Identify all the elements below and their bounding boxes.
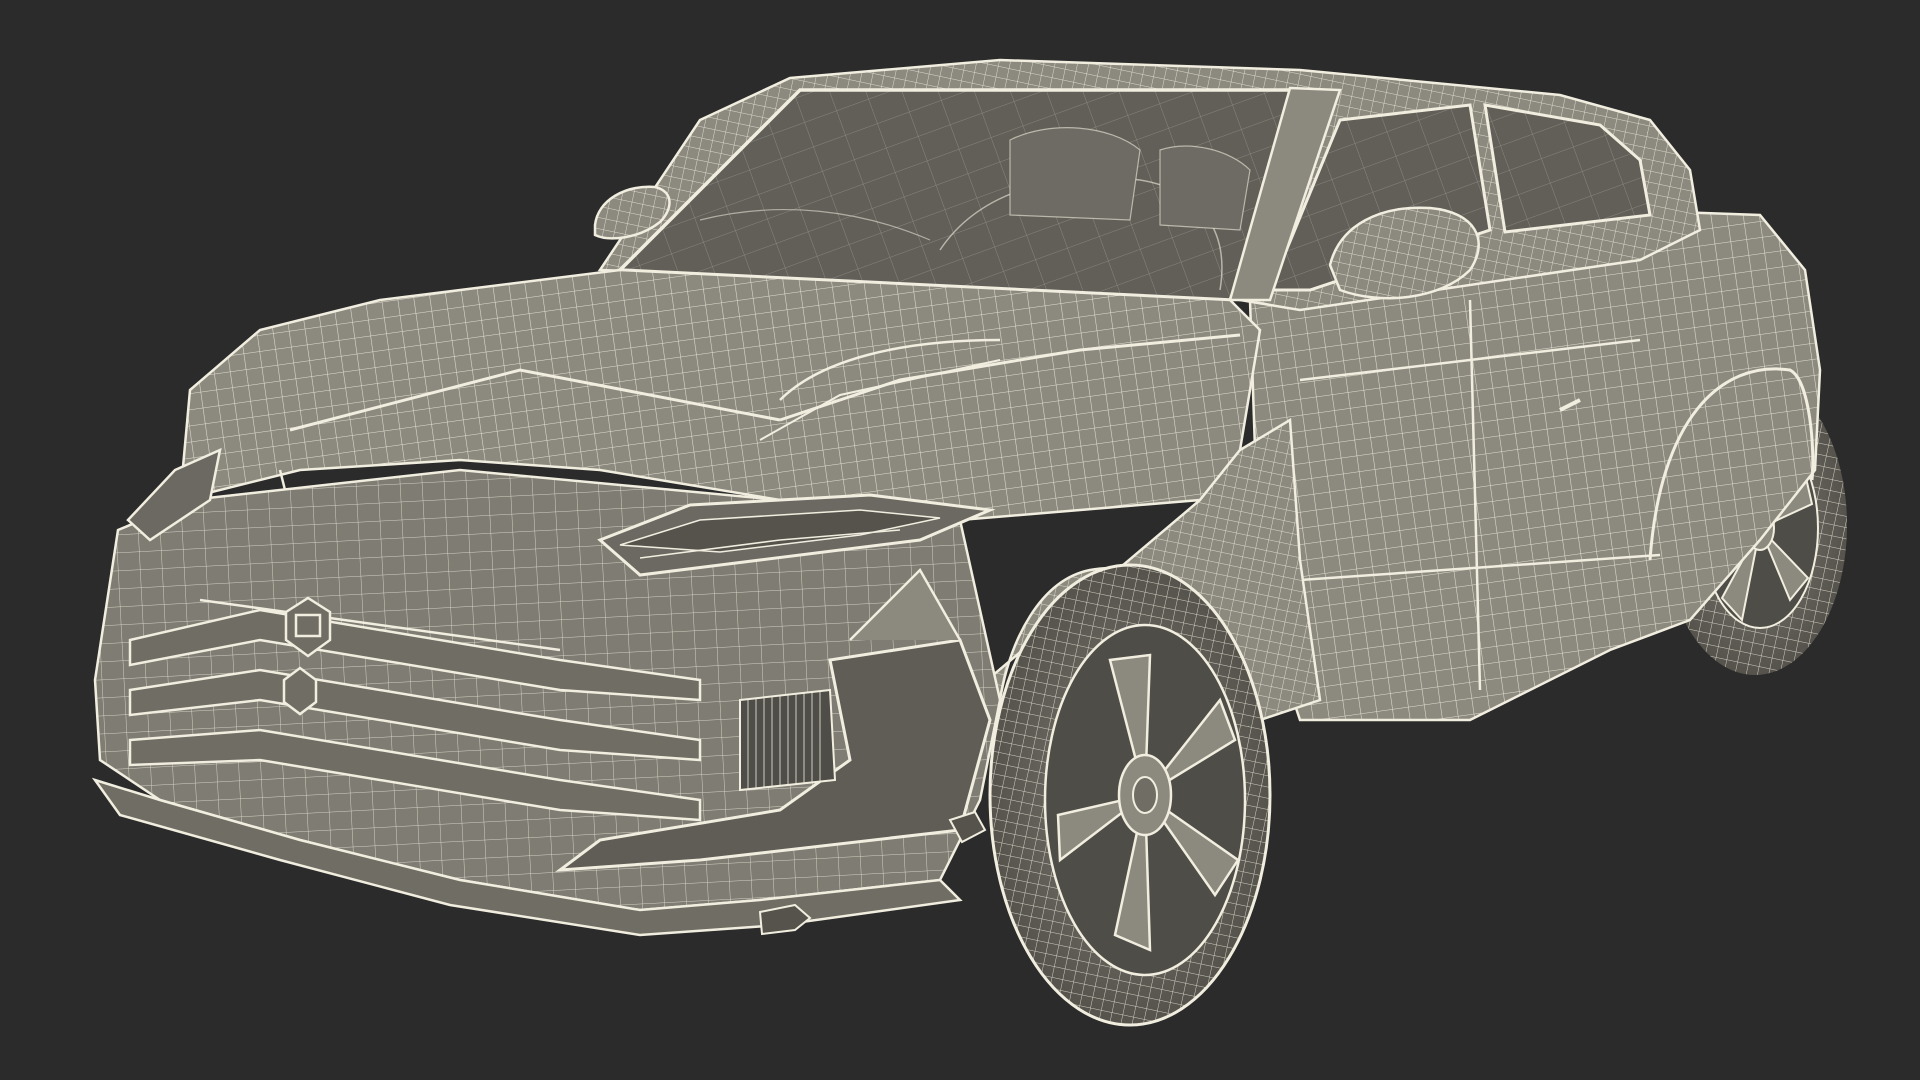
front-wheel [988, 563, 1272, 1027]
wireframe-render [91, 58, 1847, 1027]
render-viewport [0, 0, 1920, 1080]
